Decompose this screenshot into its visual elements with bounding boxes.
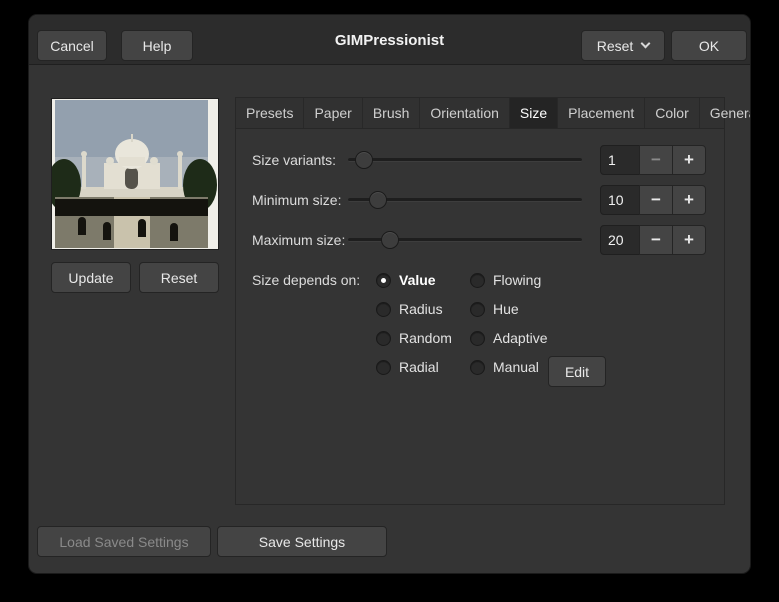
- radio-value[interactable]: Value: [376, 269, 436, 291]
- tab-color[interactable]: Color: [645, 98, 699, 128]
- slider-handle[interactable]: [369, 191, 387, 209]
- radio-button-icon: [376, 331, 391, 346]
- tab-strip: Presets Paper Brush Orientation Size Pla…: [236, 98, 724, 129]
- radio-random-label: Random: [399, 330, 452, 346]
- radio-flowing-label: Flowing: [493, 272, 541, 288]
- radio-value-label: Value: [399, 272, 436, 288]
- slider-handle[interactable]: [381, 231, 399, 249]
- maximum-size-input[interactable]: [600, 225, 640, 255]
- header-bar: GIMPressionist Cancel Help Reset OK: [29, 15, 750, 65]
- taj-mahal-preview-image: [52, 99, 218, 249]
- minimum-size-label: Minimum size:: [252, 185, 341, 215]
- radio-button-icon: [470, 302, 485, 317]
- preview-reset-button[interactable]: Reset: [139, 262, 219, 293]
- maximum-size-label: Maximum size:: [252, 225, 345, 255]
- radio-adaptive[interactable]: Adaptive: [470, 327, 547, 349]
- tab-presets[interactable]: Presets: [236, 98, 304, 128]
- radio-radius[interactable]: Radius: [376, 298, 443, 320]
- maximum-size-plus-button[interactable]: +: [672, 225, 706, 255]
- radio-radius-label: Radius: [399, 301, 443, 317]
- preview-frame: [51, 98, 219, 250]
- load-saved-settings-button: Load Saved Settings: [37, 526, 211, 557]
- tab-general[interactable]: General: [700, 98, 751, 128]
- radio-radial-label: Radial: [399, 359, 439, 375]
- radio-manual-label: Manual: [493, 359, 539, 375]
- gimpressionist-dialog: GIMPressionist Cancel Help Reset OK: [28, 14, 751, 574]
- size-variants-slider[interactable]: [348, 145, 582, 175]
- minimum-size-plus-button[interactable]: +: [672, 185, 706, 215]
- radio-manual[interactable]: Manual: [470, 356, 539, 378]
- edit-button[interactable]: Edit: [548, 356, 606, 387]
- minimum-size-slider[interactable]: [348, 185, 582, 215]
- radio-button-icon: [470, 331, 485, 346]
- tab-placement[interactable]: Placement: [558, 98, 645, 128]
- slider-track: [348, 158, 582, 162]
- maximum-size-minus-button[interactable]: −: [639, 225, 673, 255]
- slider-handle[interactable]: [355, 151, 373, 169]
- maximum-size-row: Maximum size: − +: [236, 225, 724, 255]
- size-variants-input[interactable]: [600, 145, 640, 175]
- radio-button-icon: [376, 302, 391, 317]
- size-variants-row: Size variants: − +: [236, 145, 724, 175]
- radio-button-icon: [376, 360, 391, 375]
- minimum-size-row: Minimum size: − +: [236, 185, 724, 215]
- minimum-size-input[interactable]: [600, 185, 640, 215]
- radio-adaptive-label: Adaptive: [493, 330, 547, 346]
- radio-hue-label: Hue: [493, 301, 519, 317]
- tab-orientation[interactable]: Orientation: [420, 98, 509, 128]
- radio-button-icon: [470, 360, 485, 375]
- radio-button-icon: [470, 273, 485, 288]
- chevron-down-icon: [641, 38, 651, 48]
- help-button[interactable]: Help: [121, 30, 193, 61]
- update-button[interactable]: Update: [51, 262, 131, 293]
- settings-notebook: Presets Paper Brush Orientation Size Pla…: [235, 97, 725, 505]
- ok-button[interactable]: OK: [671, 30, 747, 61]
- radio-flowing[interactable]: Flowing: [470, 269, 541, 291]
- save-settings-button[interactable]: Save Settings: [217, 526, 387, 557]
- reset-dropdown-button[interactable]: Reset: [581, 30, 665, 61]
- reset-dropdown-label: Reset: [597, 38, 634, 54]
- cancel-button[interactable]: Cancel: [37, 30, 107, 61]
- maximum-size-slider[interactable]: [348, 225, 582, 255]
- tab-brush[interactable]: Brush: [363, 98, 421, 128]
- size-depends-on-label: Size depends on:: [252, 269, 360, 291]
- minimum-size-minus-button[interactable]: −: [639, 185, 673, 215]
- radio-button-icon: [376, 273, 391, 288]
- radio-radial[interactable]: Radial: [376, 356, 439, 378]
- radio-hue[interactable]: Hue: [470, 298, 519, 320]
- radio-random[interactable]: Random: [376, 327, 452, 349]
- tab-size[interactable]: Size: [510, 98, 558, 128]
- size-variants-plus-button[interactable]: +: [672, 145, 706, 175]
- size-variants-label: Size variants:: [252, 145, 336, 175]
- tab-paper[interactable]: Paper: [304, 98, 362, 128]
- size-variants-minus-button: −: [639, 145, 673, 175]
